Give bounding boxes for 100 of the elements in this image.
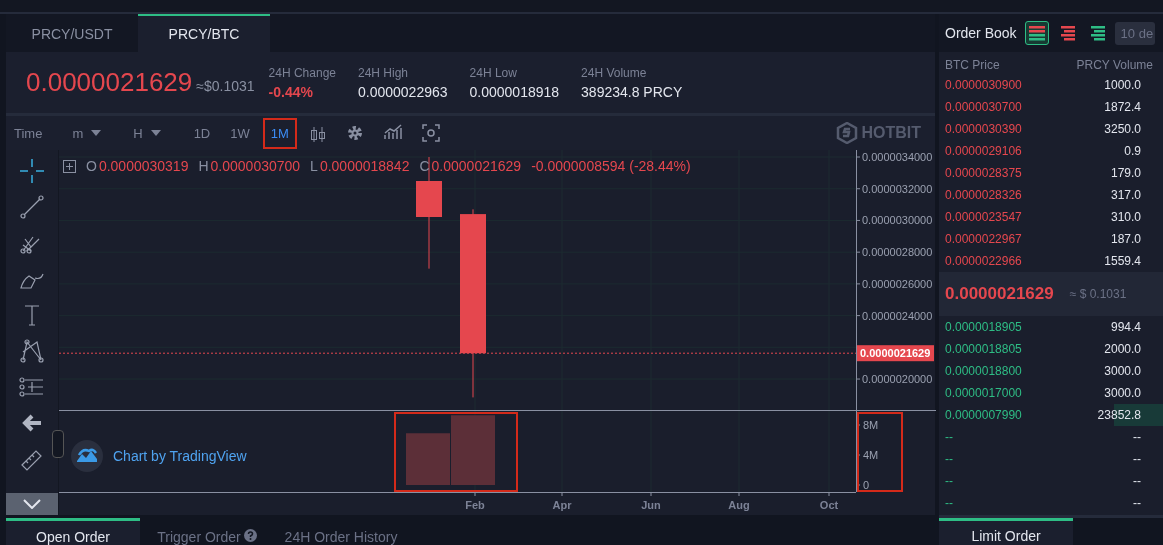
order-price: 0.0000029106 <box>945 144 1022 158</box>
order-price: 0.0000017000 <box>945 386 1022 400</box>
order-tab[interactable]: Open Order <box>6 518 140 545</box>
order-volume: 187.0 <box>1110 232 1141 246</box>
chevron-down-icon <box>23 499 41 509</box>
order-price: 0.0000007990 <box>945 408 1022 422</box>
interval-dropdown[interactable]: m <box>66 124 108 142</box>
price-tick-label: 0.0000028000 <box>862 246 933 259</box>
settings-icon[interactable] <box>345 124 364 142</box>
order-price: 0.0000018800 <box>945 364 1022 378</box>
volume-tick-label: 0 <box>863 479 870 491</box>
interval-button[interactable]: 1W <box>223 118 257 148</box>
order-price: 0.0000018805 <box>945 342 1022 356</box>
order-price: 0.0000018905 <box>945 320 1022 334</box>
price-tick-label: 0.0000034000 <box>862 151 933 163</box>
stat-label: 24H High <box>358 65 409 80</box>
order-tab[interactable]: 24H Order History <box>274 518 408 545</box>
price-tick-label: 0.0000032000 <box>862 182 933 195</box>
collapse-toolbar-handle[interactable] <box>52 430 64 458</box>
order-price: 0.0000030700 <box>945 100 1022 114</box>
order-volume: 310.0 <box>1110 210 1141 224</box>
depth-dropdown[interactable]: 10 de <box>1114 21 1155 45</box>
column-header: PRCY Volume <box>1076 58 1153 74</box>
order-volume: 0.9 <box>1124 144 1141 158</box>
caret-icon <box>150 130 161 136</box>
order-volume: 1559.4 <box>1104 254 1141 268</box>
measure-icon[interactable] <box>19 374 45 400</box>
order-price: -- <box>945 430 953 444</box>
order-price: 0.0000030390 <box>945 122 1022 136</box>
pair-tab[interactable]: PRCY/USDT <box>6 14 138 52</box>
order-volume: 179.0 <box>1110 166 1141 180</box>
pattern-icon[interactable] <box>19 338 45 364</box>
current-price-tag: 0.0000021629 <box>857 345 934 362</box>
order-price: 0.0000022966 <box>945 254 1022 268</box>
order-volume: -- <box>1133 452 1141 466</box>
time-tick-label: Jun <box>641 499 661 511</box>
stat-label: 24H Change <box>268 65 336 80</box>
price-tick-label: 0.0000030000 <box>862 214 933 227</box>
order-price: 0.0000028375 <box>945 166 1022 180</box>
order-volume: 23852.8 <box>1097 408 1141 422</box>
order-book-view-button[interactable] <box>1024 21 1049 45</box>
order-price: -- <box>945 452 953 466</box>
order-price: 0.0000028326 <box>945 188 1022 202</box>
time-tick-label: Apr <box>552 499 572 511</box>
order-price: 0.0000030900 <box>945 78 1022 92</box>
indicators-icon[interactable] <box>383 124 402 142</box>
stat-label: 24H Low <box>469 65 518 80</box>
last-price: 0.0000021629 <box>945 284 1054 304</box>
interval-dropdown[interactable]: H <box>127 124 167 142</box>
lines-icon <box>1058 25 1075 41</box>
order-volume: 1872.4 <box>1104 100 1141 114</box>
lines-icon <box>1028 25 1045 41</box>
stat-value: -0.44% <box>268 83 314 100</box>
usd-price: ≈$0.1031 <box>196 77 255 94</box>
screenshot-icon[interactable] <box>421 124 440 142</box>
order-book-title: Order Book <box>945 25 1017 41</box>
order-tab[interactable]: Trigger Order <box>140 518 274 545</box>
cloud-chart-logo-icon <box>71 440 103 472</box>
price-tick-label: 0.0000024000 <box>862 309 933 322</box>
time-tick-label: Feb <box>465 499 485 511</box>
more-tools-button[interactable] <box>6 493 58 515</box>
order-volume: -- <box>1133 474 1141 488</box>
interval-button[interactable]: 1D <box>186 118 218 148</box>
order-type-tab[interactable]: Limit Order <box>939 518 1073 545</box>
change-value: -0.0000008594 (-28.44%) <box>531 158 691 174</box>
order-volume: 1000.0 <box>1104 78 1141 92</box>
ohlc-value: 0.0000018842 <box>319 158 410 174</box>
hexagon-logo-icon <box>836 122 859 144</box>
ohlc-label: H <box>198 158 209 174</box>
lines-icon <box>1088 25 1105 41</box>
price-tick-label: 0.0000020000 <box>862 373 933 386</box>
candles-icon[interactable] <box>309 124 326 142</box>
crosshair-icon[interactable] <box>19 158 45 184</box>
volume-tick-label: 8M <box>863 419 879 431</box>
stat-label: 24H Volume <box>581 65 648 80</box>
time-tick-label: Aug <box>728 499 750 511</box>
order-volume: 994.4 <box>1110 320 1141 334</box>
ohlc-label: O <box>86 158 97 174</box>
expand-icon <box>63 159 76 173</box>
order-volume: 3250.0 <box>1104 122 1141 136</box>
order-volume: -- <box>1133 430 1141 444</box>
price-tick-label: 0.0000026000 <box>862 277 933 290</box>
trend-line-icon[interactable] <box>19 194 45 220</box>
stat-value: 0.0000018918 <box>469 83 560 100</box>
order-volume: 3000.0 <box>1104 364 1141 378</box>
ohlc-value: 0.0000030700 <box>210 158 301 174</box>
order-volume: 3000.0 <box>1104 386 1141 400</box>
caret-icon <box>91 130 102 136</box>
interval-button[interactable]: 1M <box>262 117 297 149</box>
stat-value: 0.0000022963 <box>358 83 448 100</box>
pair-tab[interactable]: PRCY/BTC <box>138 14 270 52</box>
last-price: 0.0000021629 <box>26 67 193 98</box>
column-header: BTC Price <box>945 58 1000 74</box>
attribution-link[interactable]: Chart by TradingView <box>113 448 247 464</box>
order-volume: 2000.0 <box>1104 342 1141 356</box>
order-price: -- <box>945 474 953 488</box>
ohlc-value: 0.0000030319 <box>98 158 189 174</box>
order-volume: 317.0 <box>1110 188 1141 202</box>
ohlc-value: 0.0000021629 <box>431 158 522 174</box>
time-label: Time <box>14 125 43 141</box>
